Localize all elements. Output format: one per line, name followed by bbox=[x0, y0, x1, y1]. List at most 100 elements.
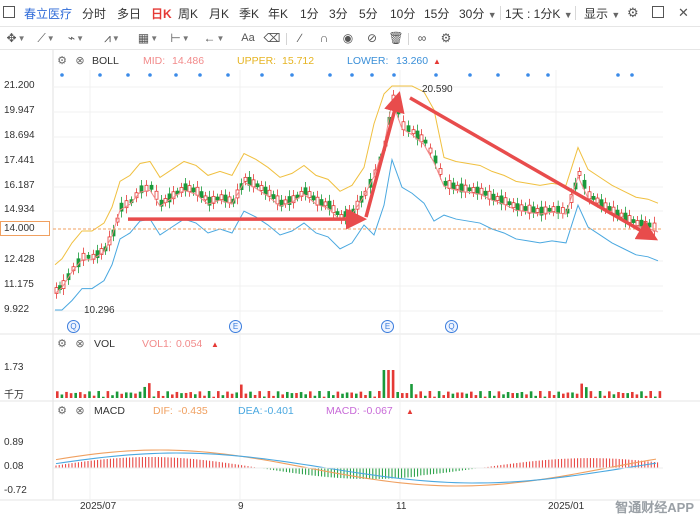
gear-icon[interactable]: ⚙ bbox=[56, 338, 68, 350]
event-dot bbox=[392, 73, 396, 77]
candle bbox=[191, 187, 196, 193]
volume-bar bbox=[194, 394, 197, 398]
candle bbox=[149, 184, 154, 190]
candle bbox=[219, 194, 224, 201]
candle bbox=[511, 202, 516, 209]
volume-bar bbox=[180, 393, 183, 398]
volume-bar bbox=[120, 393, 123, 398]
caret-up-icon[interactable]: ▲ bbox=[211, 340, 219, 349]
volume-bar bbox=[111, 395, 114, 398]
volume-bar bbox=[235, 392, 238, 398]
volume-bar bbox=[451, 393, 455, 398]
gear-icon[interactable]: ⚙ bbox=[56, 55, 68, 67]
volume-bar bbox=[470, 391, 473, 398]
volume-bar bbox=[157, 391, 160, 398]
price-tick: 12.428 bbox=[4, 254, 35, 265]
vol-title: VOL bbox=[94, 338, 116, 350]
volume-bar bbox=[433, 396, 436, 398]
volume-bar bbox=[654, 396, 657, 398]
candle bbox=[267, 189, 272, 197]
macd-title: MACD bbox=[94, 405, 125, 417]
candle bbox=[495, 196, 500, 201]
close-icon[interactable]: ⊗ bbox=[74, 338, 86, 350]
candle bbox=[203, 195, 208, 201]
volume-bar bbox=[69, 393, 73, 398]
candle bbox=[255, 183, 260, 188]
event-dot bbox=[616, 73, 620, 77]
caret-up-icon[interactable]: ▲ bbox=[406, 407, 414, 416]
candle bbox=[587, 191, 592, 200]
event-marker-q[interactable]: Q bbox=[67, 320, 80, 333]
high-price-annotation: 20.590 bbox=[422, 84, 453, 95]
volume-bar bbox=[608, 391, 611, 398]
candle bbox=[519, 204, 524, 212]
x-tick: 2025/07 bbox=[80, 501, 117, 512]
volume-bar bbox=[612, 394, 616, 398]
price-tick: 11.175 bbox=[4, 279, 34, 290]
volume-bar bbox=[355, 393, 358, 398]
event-dot bbox=[434, 73, 438, 77]
candle bbox=[547, 207, 552, 212]
candle bbox=[307, 191, 312, 198]
volume-bar bbox=[249, 391, 252, 398]
volume-bar bbox=[497, 391, 501, 398]
volume-bar bbox=[506, 392, 510, 398]
volume-bar bbox=[621, 392, 625, 398]
volume-bar bbox=[364, 395, 367, 398]
volume-bar bbox=[212, 396, 215, 398]
volume-bar bbox=[350, 392, 353, 398]
volume-bar bbox=[92, 395, 96, 398]
event-dot bbox=[546, 73, 550, 77]
event-marker-e[interactable]: E bbox=[229, 320, 242, 333]
x-tick: 11 bbox=[396, 501, 407, 512]
candle bbox=[411, 129, 416, 135]
candle bbox=[577, 171, 582, 176]
low-price-annotation: 10.296 bbox=[84, 305, 115, 316]
volume-bar bbox=[382, 370, 386, 398]
volume-bar bbox=[368, 391, 372, 398]
dif-value: -0.435 bbox=[178, 405, 208, 417]
x-tick: 9 bbox=[238, 501, 244, 512]
boll-lower-value: 13.260 bbox=[396, 55, 429, 67]
volume-bar bbox=[313, 395, 317, 398]
volume-bar bbox=[428, 391, 432, 398]
volume-bar bbox=[387, 370, 390, 398]
gear-icon[interactable]: ⚙ bbox=[56, 405, 68, 417]
candle bbox=[595, 197, 600, 204]
volume-bar bbox=[276, 391, 280, 398]
volume-bar bbox=[272, 395, 275, 398]
candle bbox=[443, 180, 448, 186]
volume-bar bbox=[322, 396, 326, 398]
trend-arrow-up bbox=[364, 91, 405, 218]
event-dot bbox=[290, 73, 294, 77]
vol-legend: ⚙ ⊗ VOL VOL1: 0.054 ▲ bbox=[0, 337, 700, 353]
event-marker-q[interactable]: Q bbox=[445, 320, 458, 333]
volume-bar bbox=[198, 391, 202, 398]
volume-bar bbox=[571, 392, 574, 398]
caret-up-icon[interactable]: ▲ bbox=[433, 57, 441, 66]
volume-bar bbox=[60, 394, 64, 398]
candle bbox=[560, 207, 565, 214]
volume-bar bbox=[640, 391, 643, 398]
boll-lower-line bbox=[55, 157, 659, 311]
volume-bar bbox=[437, 391, 441, 398]
close-icon[interactable]: ⊗ bbox=[74, 55, 86, 67]
boll-mid-label: MID: bbox=[143, 55, 166, 67]
price-tick: 18.694 bbox=[4, 130, 35, 141]
volume-bar bbox=[203, 395, 206, 398]
event-dot bbox=[198, 73, 202, 77]
volume-bar bbox=[626, 393, 629, 398]
candle bbox=[199, 191, 204, 198]
candle bbox=[303, 187, 308, 196]
volume-bar bbox=[631, 391, 634, 398]
volume-bar bbox=[88, 391, 91, 398]
volume-bar bbox=[106, 391, 110, 398]
volume-bar bbox=[345, 392, 349, 398]
event-marker-e[interactable]: E bbox=[381, 320, 394, 333]
close-icon[interactable]: ⊗ bbox=[74, 405, 86, 417]
volume-bar bbox=[474, 395, 478, 398]
chart-canvas[interactable] bbox=[0, 0, 700, 519]
dea-value: -0.401 bbox=[264, 405, 294, 417]
candle bbox=[251, 179, 256, 188]
candle bbox=[391, 94, 396, 102]
